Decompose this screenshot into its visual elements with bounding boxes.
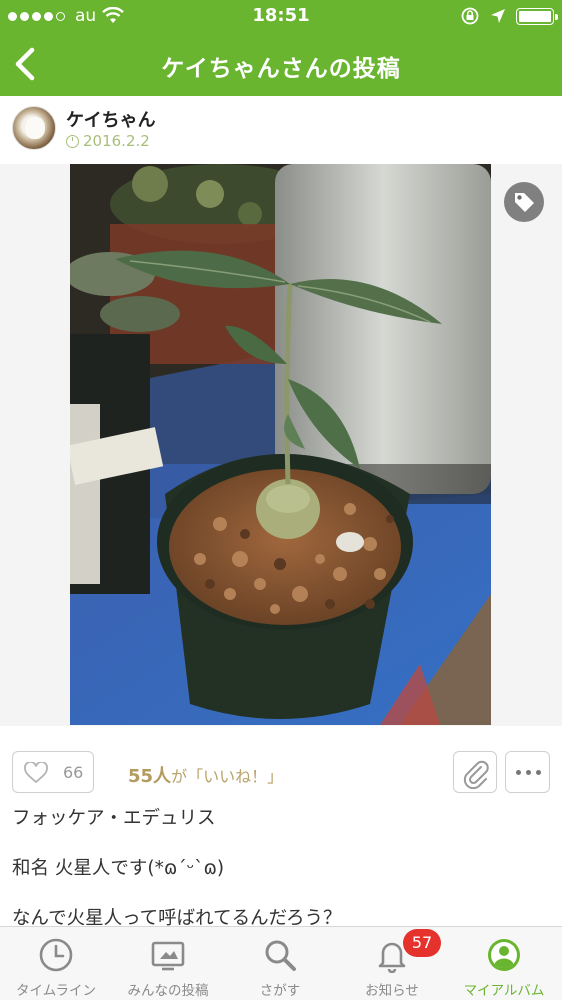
clock-small-icon — [66, 134, 79, 148]
likes-summary[interactable]: 55人が「いいね！」 — [128, 762, 283, 788]
more-button[interactable] — [505, 751, 550, 793]
tab-bar: タイムライン みんなの投稿 さがす お知らせ マイアルバム — [0, 926, 562, 1000]
post-body: フォッケア・エデュリス 和名 火星人です(*ɷ´ᵕ`ɷ) なんで火星人って呼ばれ… — [12, 806, 552, 932]
like-count: 66 — [63, 763, 84, 782]
tag-icon — [515, 193, 534, 212]
status-right — [460, 6, 558, 26]
likes-suffix: が「いいね！」 — [171, 767, 284, 786]
tab-label: タイムライン — [15, 983, 97, 999]
paperclip-icon — [463, 760, 489, 790]
search-icon — [265, 940, 296, 971]
tab-timeline[interactable]: タイムライン — [0, 927, 112, 1000]
clock-icon — [39, 938, 73, 972]
clip-button[interactable] — [453, 751, 497, 793]
plant-image — [70, 164, 491, 725]
nav-bar: ケイちゃんさんの投稿 — [0, 32, 562, 96]
tab-label: さがす — [259, 983, 301, 999]
tab-everyone-posts[interactable]: みんなの投稿 — [112, 927, 224, 1000]
tab-my-album[interactable]: マイアルバム — [448, 927, 560, 1000]
post-photo[interactable] — [70, 164, 491, 725]
chevron-left-icon[interactable] — [10, 46, 44, 82]
post-line-1: フォッケア・エデュリス — [12, 808, 216, 829]
page-title: ケイちゃんさんの投稿 — [161, 56, 401, 82]
notification-badge: 57 — [403, 929, 441, 957]
tab-label: マイアルバム — [463, 983, 545, 999]
likes-people: 55人 — [128, 766, 172, 787]
post-line-2: 和名 火星人です(*ɷ´ᵕ`ɷ) — [12, 858, 225, 879]
tab-search[interactable]: さがす — [224, 927, 336, 1000]
avatar[interactable] — [12, 106, 56, 150]
location-arrow-icon — [491, 9, 505, 23]
author-name[interactable]: ケイちゃん — [66, 106, 156, 132]
battery-icon — [516, 7, 558, 25]
tab-label: お知らせ — [365, 983, 419, 999]
like-button[interactable]: 66 — [12, 751, 94, 793]
post-date: 2016.2.2 — [66, 132, 150, 150]
rotation-lock-icon — [461, 7, 479, 25]
post-author: ケイちゃん 2016.2.2 — [0, 96, 562, 164]
status-bar: au 18:51 — [0, 0, 562, 32]
photo-frame-icon — [151, 941, 185, 971]
heart-icon — [24, 762, 48, 784]
user-circle-icon — [488, 939, 520, 971]
tag-button[interactable] — [504, 182, 544, 222]
tab-label: みんなの投稿 — [127, 983, 209, 999]
post-date-text: 2016.2.2 — [83, 132, 150, 150]
more-dots-icon — [516, 770, 541, 775]
